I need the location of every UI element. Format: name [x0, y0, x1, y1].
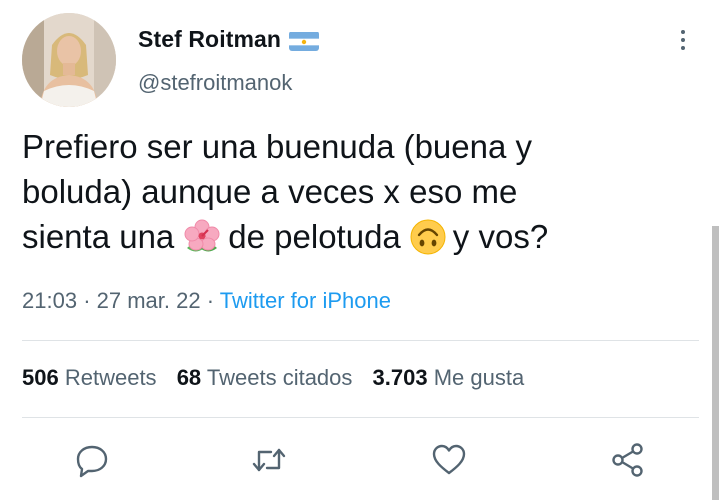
- likes-count: 3.703: [372, 365, 428, 390]
- tweet-line-3-part-2: de pelotuda: [228, 218, 401, 255]
- author-handle[interactable]: @stefroitmanok: [138, 70, 292, 96]
- tweet-source-link[interactable]: Twitter for iPhone: [220, 288, 391, 313]
- tweet: Stef Roitman @stefroitmanok Prefiero ser…: [0, 0, 719, 500]
- divider-bottom: [22, 417, 699, 418]
- upside-down-face-icon: [409, 218, 447, 267]
- retweet-button[interactable]: [249, 440, 289, 480]
- likes-label: Me gusta: [433, 365, 525, 390]
- tweet-line-3: sienta una de pelotuda y vos?: [22, 214, 712, 259]
- tweet-stats: 506 Retweets 68 Tweets citados 3.703 Me …: [22, 365, 538, 391]
- tweet-line-3-part-3: y vos?: [452, 218, 549, 255]
- tweet-text: Prefiero ser una buenuda (buena y boluda…: [22, 124, 712, 259]
- tweet-meta: 21:03 · 27 mar. 22 · Twitter for iPhone: [22, 288, 391, 314]
- tweet-line-2: boluda) aunque a veces x eso me: [22, 173, 518, 210]
- author-name[interactable]: Stef Roitman: [138, 26, 320, 53]
- quotes-label: Tweets citados: [206, 365, 353, 390]
- share-button[interactable]: [608, 440, 648, 480]
- quotes-stat[interactable]: 68 Tweets citados: [177, 365, 353, 390]
- scrollbar[interactable]: [712, 226, 719, 500]
- hibiscus-icon: [182, 218, 222, 267]
- meta-separator-1: ·: [83, 288, 91, 313]
- retweet-icon: [252, 448, 286, 472]
- share-icon: [612, 443, 643, 477]
- more-options-icon[interactable]: [676, 30, 690, 56]
- meta-separator-2: ·: [206, 288, 215, 313]
- reply-button[interactable]: [72, 440, 112, 480]
- retweets-count: 506: [22, 365, 59, 390]
- like-button[interactable]: [429, 440, 469, 480]
- tweet-actions: [0, 440, 719, 480]
- likes-stat[interactable]: 3.703 Me gusta: [373, 365, 525, 390]
- retweets-stat[interactable]: 506 Retweets: [22, 365, 157, 390]
- avatar[interactable]: [22, 13, 116, 107]
- avatar-photo: [22, 13, 116, 107]
- like-icon: [432, 444, 466, 475]
- tweet-line-1: Prefiero ser una buenuda (buena y: [22, 128, 533, 165]
- divider-top: [22, 340, 699, 341]
- reply-icon: [76, 445, 108, 478]
- tweet-time[interactable]: 21:03: [22, 288, 77, 313]
- tweet-line-3-part-1: sienta una: [22, 218, 175, 255]
- tweet-date[interactable]: 27 mar. 22: [97, 288, 201, 313]
- display-name: Stef Roitman: [138, 26, 282, 52]
- retweets-label: Retweets: [64, 365, 157, 390]
- argentina-flag-icon: [289, 31, 320, 51]
- quotes-count: 68: [176, 365, 202, 390]
